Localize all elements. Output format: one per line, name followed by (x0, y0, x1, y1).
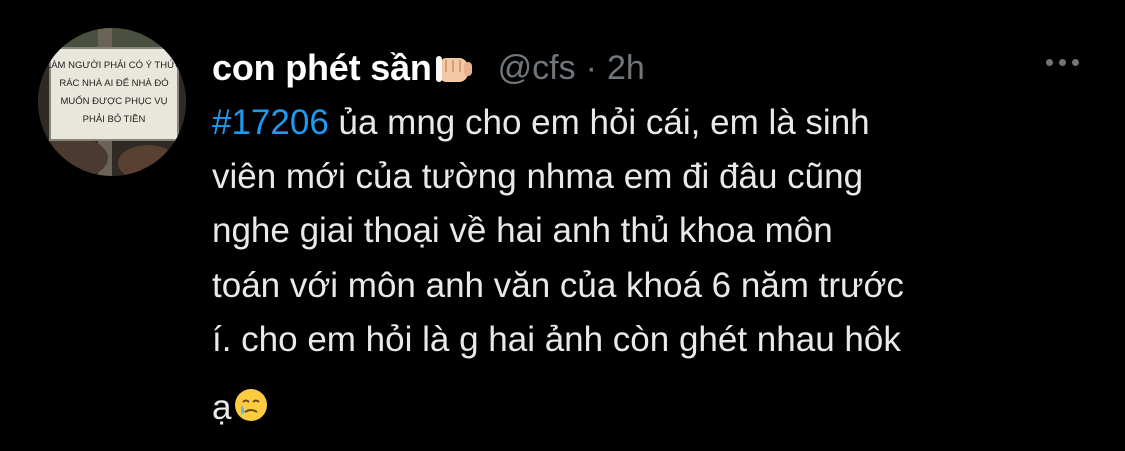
user-handle[interactable]: @cfs (498, 49, 576, 88)
avatar-sign-line-1: LÀM NGƯỜI PHẢI CÓ Ý THỨC (46, 59, 182, 71)
tweet-header: con phét sần @cfs · 2h (212, 42, 645, 94)
more-dot (1058, 58, 1066, 66)
tweet-line-4: toán với môn anh văn của khoá 6 năm trướ… (212, 265, 904, 305)
more-dot (1071, 58, 1079, 66)
tweet-line-6-text: ạ (212, 388, 232, 428)
tweet-line-1-text: ủa mng cho em hỏi cái, em là sinh (328, 103, 870, 142)
tweet-line-5: í. cho em hỏi là g hai ảnh còn ghét nhau… (212, 319, 901, 359)
fist-bump-emoji-icon (434, 50, 474, 86)
tweet-line-2: viên mới của tường nhma em đi đâu cũng (212, 157, 864, 197)
tweet-line-3: nghe giai thoại về hai anh thủ khoa môn (212, 211, 833, 251)
avatar-sign-line-3: MUỐN ĐƯỢC PHỤC VỤ (60, 95, 167, 107)
tweet-timestamp[interactable]: 2h (607, 49, 645, 88)
tweet-text: #17206 ủa mng cho em hỏi cái, em là sinh… (212, 96, 1092, 435)
avatar-image: LÀM NGƯỜI PHẢI CÓ Ý THỨC RÁC NHÀ AI ĐỂ N… (38, 28, 186, 176)
more-options-button[interactable] (1040, 50, 1084, 74)
crying-face-emoji-icon (233, 385, 269, 422)
tweet-line-6: ạ (212, 381, 1092, 435)
avatar-sign-line-2: RÁC NHÀ AI ĐỂ NHÀ ĐÓ (59, 77, 168, 89)
display-name[interactable]: con phét sần (212, 47, 432, 89)
avatar-sign-line-4: PHẢI BỎ TIỀN (83, 113, 146, 125)
tweet[interactable]: LÀM NGƯỜI PHẢI CÓ Ý THỨC RÁC NHÀ AI ĐỂ N… (0, 0, 1125, 451)
avatar[interactable]: LÀM NGƯỜI PHẢI CÓ Ý THỨC RÁC NHÀ AI ĐỂ N… (38, 28, 186, 176)
more-horizontal-icon (1045, 58, 1053, 66)
tweet-line-1: #17206 ủa mng cho em hỏi cái, em là sinh (212, 96, 1092, 150)
separator-dot: · (585, 48, 597, 87)
hashtag-link[interactable]: #17206 (212, 103, 329, 142)
